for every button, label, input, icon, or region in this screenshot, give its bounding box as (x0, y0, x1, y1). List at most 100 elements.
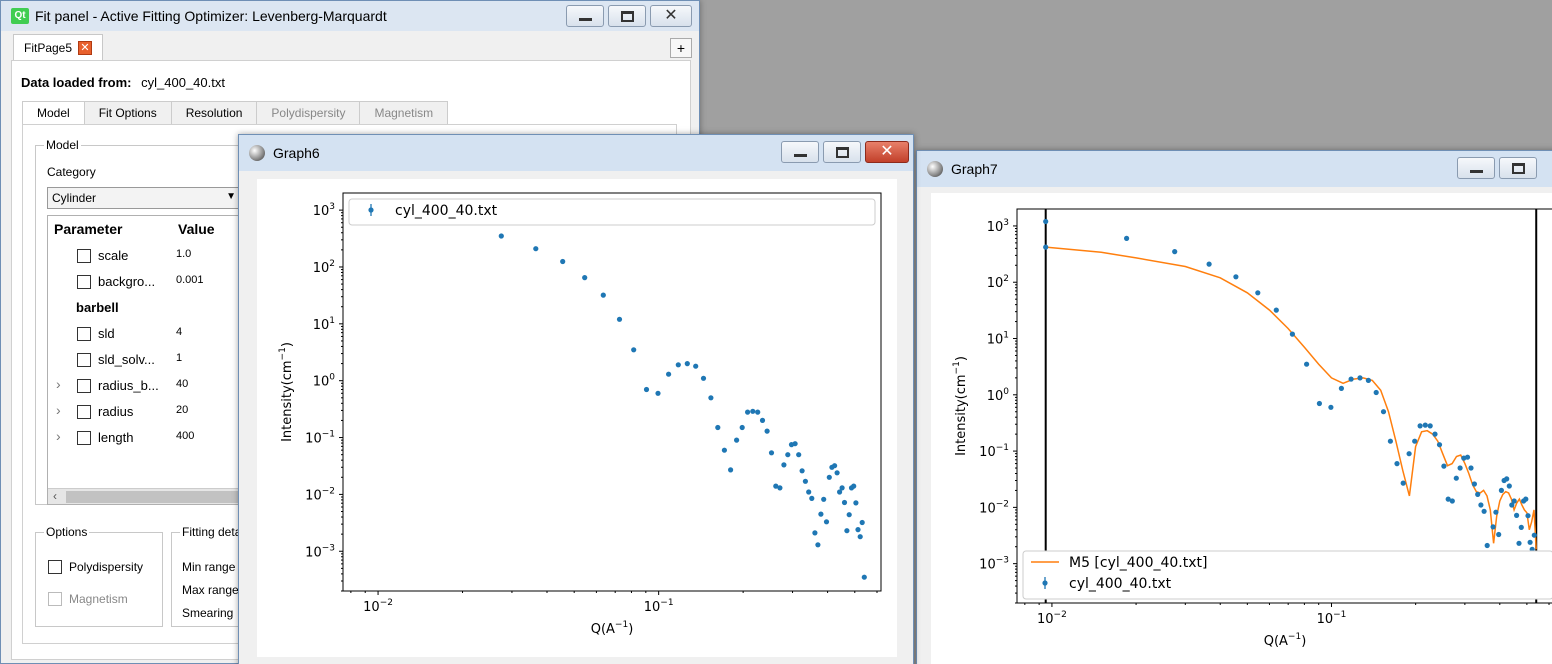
param-row-length[interactable]: › length 400 (48, 426, 246, 452)
data-point (1475, 491, 1481, 497)
x-tick-label-base: 10 (644, 600, 661, 615)
param-checkbox[interactable] (77, 327, 91, 341)
category-select[interactable]: Cylinder ▼ (47, 187, 242, 209)
maximize-button[interactable] (608, 5, 646, 27)
close-button[interactable]: ✕ (650, 5, 692, 27)
data-point (1471, 481, 1477, 487)
data-point (1441, 463, 1447, 469)
data-point (750, 408, 756, 414)
y-axis-label: Intensity(cm−1) (952, 356, 969, 456)
maximize-icon (836, 147, 849, 158)
param-value[interactable]: 0.001 (176, 274, 204, 286)
y-tick-label-sup: 2 (1003, 274, 1009, 284)
param-checkbox[interactable] (77, 275, 91, 289)
param-checkbox[interactable] (77, 405, 91, 419)
x-tick-label: 10−1 (644, 598, 674, 615)
x-tick-label: 10−1 (1317, 610, 1347, 627)
tab-magnetism[interactable]: Magnetism (359, 101, 449, 125)
y-tick-label-base: 10 (313, 261, 330, 276)
param-value[interactable]: 1 (176, 352, 182, 364)
close-button[interactable]: ✕ (865, 141, 909, 163)
chevron-right-icon[interactable]: › (56, 376, 61, 392)
data-point (1506, 483, 1512, 489)
data-point (796, 452, 802, 458)
legend-label: cyl_400_40.txt (1069, 576, 1172, 592)
tab-fit-options[interactable]: Fit Options (83, 101, 172, 125)
header-value: Value (178, 221, 215, 237)
param-value[interactable]: 20 (176, 404, 188, 416)
horizontal-scrollbar[interactable]: ‹ (48, 488, 246, 504)
data-point (693, 363, 699, 369)
fit-panel-titlebar[interactable]: Qt Fit panel - Active Fitting Optimizer:… (1, 1, 699, 31)
param-row-radius[interactable]: › radius 20 (48, 400, 246, 426)
tab-polydispersity[interactable]: Polydispersity (256, 101, 361, 125)
y-tick-label: 103 (987, 218, 1009, 235)
scroll-thumb[interactable] (66, 491, 246, 503)
data-file-name: cyl_400_40.txt (141, 75, 225, 90)
chevron-right-icon[interactable]: › (56, 428, 61, 444)
graph6-plot[interactable]: 10310210110010−110−210−310−2 10−1Q(A−1)In… (257, 179, 897, 657)
chevron-right-icon[interactable]: › (56, 402, 61, 418)
graph7-plot[interactable]: 10310210110010−110−210−310−2 10−1Q(A−1)In… (931, 193, 1552, 664)
y-tick-label: 100 (987, 387, 1010, 404)
param-row-background[interactable]: backgro... 0.001 (48, 270, 246, 296)
param-checkbox[interactable] (77, 353, 91, 367)
param-checkbox[interactable] (77, 379, 91, 393)
y-tick-label-base: 10 (979, 558, 996, 573)
data-point (1493, 509, 1499, 515)
graph6-canvas[interactable]: 103 102 101 100 10−1 10−2 10−3 10−2 10−1 Q(A−1) In… (257, 179, 897, 657)
minimize-button[interactable] (781, 141, 819, 163)
data-point (498, 233, 504, 239)
data-point (1457, 465, 1463, 471)
scroll-left-icon[interactable]: ‹ (53, 489, 57, 503)
param-value[interactable]: 40 (176, 378, 188, 390)
data-point (1498, 487, 1504, 493)
data-point (799, 468, 805, 474)
polydispersity-checkbox[interactable] (48, 560, 62, 574)
model-group-label: Model (44, 138, 81, 152)
data-point (1394, 461, 1400, 467)
plot-frame (1016, 208, 1552, 604)
graph7-canvas[interactable]: 103 102 101 100 10−1 10−2 10−3 10−2 10−1 Q(A−1) In… (931, 193, 1552, 664)
param-row-sld-solvent[interactable]: sld_solv... 1 (48, 348, 246, 374)
data-point (792, 441, 798, 447)
tab-close-icon[interactable]: ✕ (78, 40, 93, 55)
graph7-titlebar[interactable]: Graph7 (917, 151, 1552, 187)
y-tick-label: 10−3 (305, 543, 335, 560)
tab-fitpage5[interactable]: FitPage5 ✕ (13, 34, 104, 60)
x-axis-label: Q(A−1) (591, 620, 634, 637)
y-axis-label-base: Intensity(cm (954, 374, 969, 455)
data-point (1464, 454, 1471, 460)
param-checkbox[interactable] (77, 249, 91, 263)
param-value[interactable]: 1.0 (176, 248, 191, 260)
minimize-icon (794, 154, 807, 157)
param-value[interactable]: 4 (176, 326, 182, 338)
param-value[interactable]: 400 (176, 430, 194, 442)
data-point (1124, 235, 1130, 241)
magnetism-checkbox[interactable] (48, 592, 62, 606)
minimize-button[interactable] (1457, 157, 1495, 179)
minimize-button[interactable] (566, 5, 604, 27)
data-point (841, 499, 848, 506)
data-point (745, 409, 751, 415)
param-row-scale[interactable]: scale 1.0 (48, 244, 246, 270)
y-tick-label-base: 10 (305, 432, 322, 447)
param-checkbox[interactable] (77, 431, 91, 445)
param-row-radius-bell[interactable]: › radius_b... 40 (48, 374, 246, 400)
y-axis-label-base: Intensity(cm (280, 360, 295, 441)
parameter-table: Parameter Value scale 1.0 backgro... 0.0… (47, 215, 247, 505)
data-point (785, 452, 791, 458)
data-point (1255, 290, 1261, 296)
x-axis-label: Q(A−1) (1264, 632, 1307, 649)
maximize-button[interactable] (1499, 157, 1537, 179)
maximize-button[interactable] (823, 141, 861, 163)
add-tab-button[interactable]: + (670, 38, 692, 58)
tab-resolution[interactable]: Resolution (170, 101, 258, 125)
y-tick-label-sup: 0 (1003, 387, 1009, 397)
graph6-titlebar[interactable]: Graph6 ✕ (239, 135, 913, 171)
tab-model[interactable]: Model (22, 101, 85, 125)
y-tick-label-base: 10 (313, 318, 330, 333)
data-point (812, 530, 818, 536)
param-row-sld[interactable]: sld 4 (48, 322, 246, 348)
data-point (1373, 389, 1379, 396)
